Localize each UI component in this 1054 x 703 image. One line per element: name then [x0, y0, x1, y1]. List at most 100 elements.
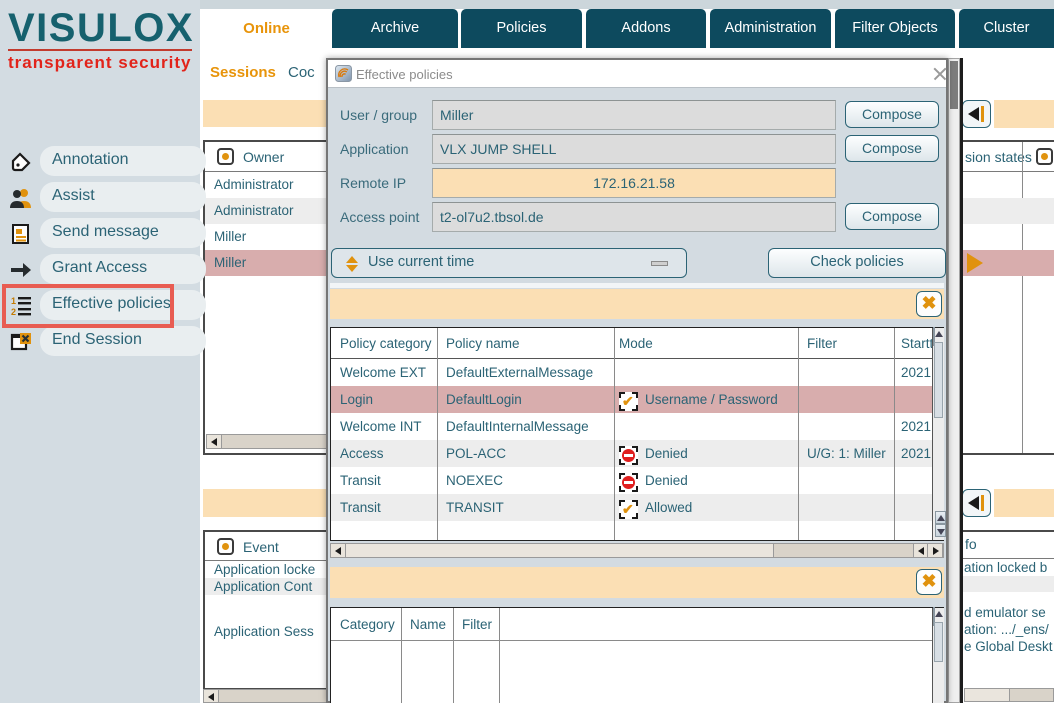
arrow-right-icon: [8, 257, 34, 283]
brand-tagline: transparent security: [8, 53, 192, 73]
scroll-up-icon[interactable]: [935, 511, 946, 524]
clear-policies-button[interactable]: ✖: [916, 291, 942, 317]
sidebar-item-grant-access[interactable]: Grant Access: [0, 254, 200, 284]
tab-archive[interactable]: Archive: [332, 9, 458, 48]
info-line: e Global Deskt: [964, 639, 1053, 654]
tab-online[interactable]: Online: [200, 9, 333, 48]
spinner-down-icon: [346, 265, 358, 272]
collapse-left-button[interactable]: [962, 100, 991, 128]
sidebar-item-annotation[interactable]: Annotation: [0, 146, 200, 176]
policy-table: Policy category Policy name Mode Filter …: [330, 327, 944, 541]
info-line: ation: .../_ens/: [964, 622, 1049, 637]
vscrollbar-thumb[interactable]: [934, 622, 943, 662]
vscrollbar-thumb[interactable]: [934, 342, 943, 418]
user-group-label: User / group: [340, 107, 417, 123]
scroll-down-icon[interactable]: [935, 524, 946, 537]
dialog-app-icon: [335, 65, 352, 82]
remote-ip-label: Remote IP: [340, 175, 406, 191]
detail-table-vscrollbar[interactable]: [932, 608, 944, 703]
policy-result-bar: [330, 289, 944, 319]
top-strip: [200, 0, 1054, 9]
detail-table: Category Name Filter: [330, 607, 944, 703]
tab-cluster[interactable]: Cluster: [959, 9, 1054, 48]
info-table-hscrollbar[interactable]: [964, 688, 1054, 702]
window-vscrollbar[interactable]: [948, 58, 960, 703]
checkbox-checked-icon: ✔: [619, 392, 638, 411]
compose-application-button[interactable]: Compose: [845, 135, 939, 162]
info-table: fo ation locked b d emulator se ation: .…: [962, 530, 1054, 683]
scroll-left-icon[interactable]: [331, 544, 346, 557]
dialog-titlebar[interactable]: Effective policies: [328, 60, 946, 88]
sidebar-item-effective-policies[interactable]: 12 Effective policies: [0, 290, 200, 320]
check-policies-button[interactable]: Check policies: [768, 248, 946, 278]
time-select[interactable]: Use current time: [331, 248, 687, 278]
brand-logo: VISULOX transparent security: [8, 8, 192, 73]
subtab-sessions[interactable]: Sessions: [210, 64, 276, 81]
svg-text:2: 2: [11, 307, 16, 317]
tab-filter-objects[interactable]: Filter Objects: [835, 9, 955, 48]
states-toolbar: [994, 100, 1054, 128]
detail-result-bar: [330, 567, 944, 598]
time-select-handle[interactable]: [651, 261, 668, 266]
people-icon: [8, 185, 34, 211]
policy-row-selected[interactable]: Login DefaultLogin ✔ Username / Password: [331, 386, 943, 413]
svg-text:1: 1: [11, 296, 16, 306]
end-session-icon: [8, 329, 34, 355]
table-row-selected[interactable]: [962, 250, 1054, 276]
numbered-list-icon: 12: [8, 293, 34, 319]
access-point-label: Access point: [340, 209, 419, 225]
policy-row[interactable]: Transit NOEXEC Denied: [331, 467, 943, 494]
visulox-app: VISULOX transparent security Annotation …: [0, 0, 1054, 703]
panel-frame-line: [960, 58, 963, 703]
table-row[interactable]: ation locked b: [962, 559, 1054, 576]
event-table-hscrollbar[interactable]: [203, 689, 333, 703]
scroll-left-icon[interactable]: [204, 690, 219, 702]
vscrollbar-thumb[interactable]: [950, 61, 958, 109]
policy-row[interactable]: Transit TRANSIT ✔ Allowed: [331, 494, 943, 521]
sidebar-item-end-session[interactable]: End Session: [0, 326, 200, 356]
compose-access-point-button[interactable]: Compose: [845, 203, 939, 230]
info-column-header[interactable]: fo: [962, 532, 1054, 559]
sidebar: VISULOX transparent security Annotation …: [0, 0, 200, 703]
policy-row[interactable]: Access POL-ACC Denied U/G: 1: Miller 202…: [331, 440, 943, 467]
policy-table-header: Policy category Policy name Mode Filter …: [331, 328, 943, 359]
policy-row[interactable]: Welcome INT DefaultInternalMessage 2021: [331, 413, 943, 440]
collapse-left-button[interactable]: [962, 489, 991, 517]
tab-administration[interactable]: Administration: [710, 9, 831, 48]
column-radio-icon: [217, 538, 234, 555]
sidebar-item-send-message[interactable]: Send message: [0, 218, 200, 248]
denied-icon: [619, 473, 638, 492]
checkbox-checked-icon: ✔: [619, 500, 638, 519]
column-radio-icon: [1036, 148, 1053, 165]
user-group-field[interactable]: Miller: [432, 100, 836, 130]
info-toolbar: [994, 489, 1054, 517]
application-field[interactable]: VLX JUMP SHELL: [432, 134, 836, 164]
states-column-header[interactable]: sion states: [962, 142, 1054, 172]
remote-ip-field[interactable]: 172.16.21.58: [432, 168, 836, 198]
compose-user-button[interactable]: Compose: [845, 101, 939, 128]
policy-row[interactable]: Welcome EXT DefaultExternalMessage 2021: [331, 359, 943, 386]
scroll-left-icon[interactable]: [913, 544, 928, 557]
policy-table-hscrollbar[interactable]: [330, 543, 944, 558]
denied-icon: [619, 446, 638, 465]
sidebar-item-assist[interactable]: Assist: [0, 182, 200, 212]
close-icon[interactable]: [933, 67, 947, 81]
access-point-field[interactable]: t2-ol7u2.tbsol.de: [432, 202, 836, 232]
info-line: d emulator se: [964, 605, 1046, 620]
spinner-up-icon: [346, 256, 358, 263]
detail-table-header: Category Name Filter: [331, 608, 943, 641]
subtab-cockpit-partial[interactable]: Coc: [288, 64, 315, 81]
scroll-left-icon[interactable]: [207, 435, 222, 448]
play-icon: [967, 253, 983, 273]
message-icon: [8, 221, 34, 247]
column-radio-icon: [217, 148, 234, 165]
tag-icon: [8, 149, 34, 175]
dialog-title: Effective policies: [356, 67, 453, 82]
scroll-right-icon[interactable]: [928, 544, 943, 557]
tab-policies[interactable]: Policies: [461, 9, 582, 48]
clear-details-button[interactable]: ✖: [916, 569, 942, 595]
policy-table-vscrollbar[interactable]: [932, 328, 944, 540]
session-states-table: sion states: [962, 140, 1054, 455]
tab-addons[interactable]: Addons: [586, 9, 706, 48]
brand-name: VISULOX: [8, 8, 192, 48]
